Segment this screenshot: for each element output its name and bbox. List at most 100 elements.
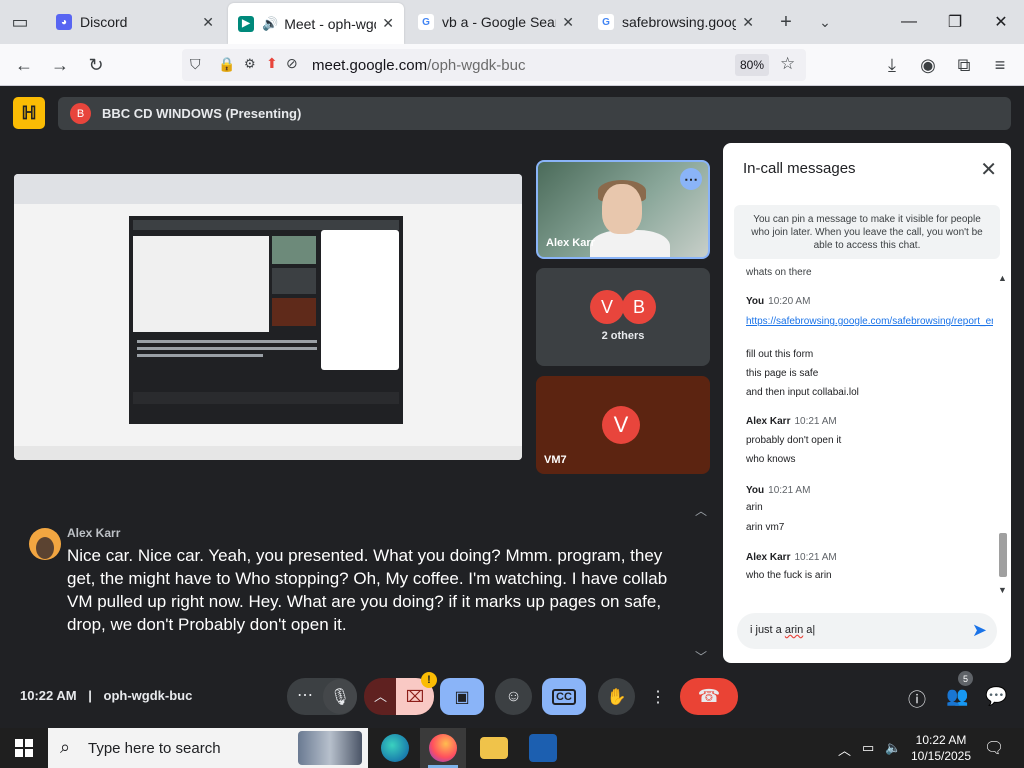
file-explorer-icon[interactable] — [480, 737, 508, 759]
input-text: a — [803, 624, 813, 636]
account-icon[interactable]: ◉ — [914, 52, 942, 78]
meeting-code: oph-wgdk-buc — [103, 688, 193, 703]
message-time: 10:21 AM — [794, 552, 837, 563]
google-icon: G — [598, 14, 614, 30]
scroll-up-icon[interactable]: ▲ — [998, 273, 1007, 283]
new-tab-icon[interactable]: + — [772, 9, 800, 35]
app-icon[interactable] — [529, 734, 557, 762]
firefox-icon — [429, 734, 457, 762]
caption-scroll-up-icon[interactable]: ︿ — [695, 502, 707, 519]
message-time: 10:21 AM — [794, 416, 837, 427]
message-line: who the fuck is arin — [746, 570, 832, 581]
tab-label: vb a - Google Search — [442, 14, 556, 30]
message-link[interactable]: https://safebrowsing.google.com/safebrow… — [746, 314, 993, 329]
close-tab-icon[interactable]: ✕ — [202, 14, 214, 31]
message-list: whats on there You 10:20 AM https://safeb… — [723, 265, 993, 595]
google-icon: G — [418, 14, 434, 30]
shared-meet-window — [129, 216, 403, 424]
windows-taskbar: ⌕ Type here to search ︿ ▭ 🔈 10:22 AM 10/… — [0, 728, 1024, 768]
address-bar[interactable]: ⛉ 🔒 ⚙ ⬆ ⊘ meet.google.com/oph-wgdk-buc 8… — [182, 49, 806, 81]
screen-share-icon[interactable]: ⬆ — [266, 55, 278, 72]
discord-icon: ◕ — [56, 14, 72, 30]
close-tab-icon[interactable]: ✕ — [562, 14, 574, 31]
captions-button[interactable]: CC — [542, 678, 586, 715]
microphone-icon[interactable]: 🎙 — [323, 679, 357, 714]
in-call-messages-panel: In-call messages ✕ You can pin a message… — [723, 143, 1011, 663]
chat-scrollbar[interactable]: ▲ ▼ — [995, 271, 1011, 597]
notifications-icon[interactable]: 🗨 — [984, 738, 1004, 758]
participant-tile-vm7[interactable]: V VM7 — [536, 376, 710, 474]
message-input-value[interactable]: i just a arin a| — [750, 624, 815, 636]
menu-icon[interactable]: ≡ — [986, 52, 1014, 78]
taskbar-search[interactable]: ⌕ Type here to search — [48, 728, 368, 768]
close-window-icon[interactable]: ✕ — [978, 0, 1024, 44]
url-path: /oph-wgdk-buc — [427, 57, 526, 74]
scrollbar-thumb[interactable] — [999, 533, 1007, 577]
raise-hand-button[interactable]: ✋ — [598, 678, 635, 715]
scroll-down-icon[interactable]: ▼ — [998, 585, 1007, 595]
taskbar-clock[interactable]: 10:22 AM 10/15/2025 — [904, 732, 978, 764]
send-icon[interactable]: ➤ — [972, 620, 987, 641]
taskbar-firefox[interactable] — [420, 728, 466, 768]
back-icon[interactable]: ← — [10, 52, 38, 78]
chat-icon[interactable]: 💬 — [985, 686, 1007, 707]
taskbar-time: 10:22 AM — [915, 733, 967, 747]
downloads-icon[interactable]: ⤓ — [878, 52, 906, 78]
minimize-icon[interactable]: — — [886, 0, 932, 44]
shared-screen[interactable] — [14, 174, 522, 460]
network-icon[interactable]: ▭ — [862, 740, 874, 756]
tab-safebrowsing[interactable]: G safebrowsing.google.co ✕ — [588, 5, 764, 39]
caption-speaker-name: Alex Karr — [67, 526, 121, 540]
meeting-details-icon[interactable]: ⓘ — [908, 686, 926, 712]
mini-chat-panel — [321, 230, 399, 370]
close-icon[interactable]: ✕ — [980, 157, 997, 182]
participant-tile-alex[interactable]: ⋯ Alex Karr — [536, 160, 710, 259]
extensions-icon[interactable]: ⧉ — [950, 52, 978, 78]
chevron-down-icon[interactable]: ⌄ — [811, 9, 839, 35]
pin-notice: You can pin a message to make it visible… — [734, 205, 1000, 259]
search-icon: ⌕ — [60, 737, 71, 757]
present-screen-button[interactable]: ▣ — [440, 678, 484, 715]
presenting-banner: B BBC CD WINDOWS (Presenting) — [58, 97, 1011, 130]
video-body — [590, 230, 670, 257]
windows-start-icon[interactable] — [15, 739, 33, 757]
leave-call-button[interactable]: ☎ — [680, 678, 738, 715]
close-tab-icon[interactable]: ✕ — [382, 15, 394, 32]
reload-icon[interactable]: ↻ — [82, 52, 110, 78]
emoji-button[interactable]: ☺ — [495, 678, 532, 715]
shield-icon[interactable]: ⛉ — [190, 56, 201, 73]
mini-caption — [137, 340, 317, 370]
camera-blocked-icon[interactable]: ⊘ — [286, 55, 298, 72]
bookmark-star-icon[interactable]: ☆ — [780, 54, 795, 74]
tab-meet[interactable]: ▶ 🔊 Meet - oph-wgdk-b ✕ — [228, 3, 404, 44]
lock-icon[interactable]: 🔒 — [218, 56, 235, 73]
permissions-icon[interactable]: ⚙ — [244, 56, 256, 72]
forward-icon[interactable]: → — [46, 52, 74, 78]
tab-overview-icon[interactable]: ▭ — [6, 9, 34, 35]
hand-icon: ✋ — [606, 688, 627, 706]
people-icon[interactable]: 👥 — [946, 686, 968, 707]
caption-scroll-down-icon[interactable]: ﹀ — [695, 648, 707, 665]
search-placeholder: Type here to search — [88, 740, 221, 757]
chevron-up-icon[interactable]: ︿ — [374, 686, 387, 705]
zoom-level[interactable]: 80% — [735, 54, 769, 76]
captions-icon: CC — [552, 688, 576, 705]
tab-google-search[interactable]: G vb a - Google Search ✕ — [408, 5, 584, 39]
participant-name: VM7 — [544, 454, 567, 466]
speaker-icon[interactable]: 🔊 — [262, 16, 278, 32]
mini-shared-screen — [133, 236, 269, 332]
more-audio-icon[interactable]: ⋯ — [297, 685, 313, 705]
participant-tile-others[interactable]: V B 2 others — [536, 268, 710, 366]
message-sender: Alex Karr — [746, 416, 791, 427]
volume-muted-icon[interactable]: 🔈 — [885, 740, 901, 756]
url-text[interactable]: meet.google.com/oph-wgdk-buc — [312, 57, 525, 74]
more-options-button[interactable]: ⋮ — [645, 678, 671, 715]
tray-chevron-up-icon[interactable]: ︿ — [838, 740, 851, 759]
edge-icon[interactable] — [381, 734, 409, 762]
more-options-icon[interactable]: ⋯ — [680, 168, 702, 190]
close-tab-icon[interactable]: ✕ — [742, 14, 754, 31]
message-input[interactable]: i just a arin a| ➤ — [737, 613, 997, 649]
people-count-badge: 5 — [958, 671, 973, 686]
tab-discord[interactable]: ◕ Discord ✕ — [46, 5, 224, 39]
maximize-icon[interactable]: ❐ — [932, 0, 978, 44]
